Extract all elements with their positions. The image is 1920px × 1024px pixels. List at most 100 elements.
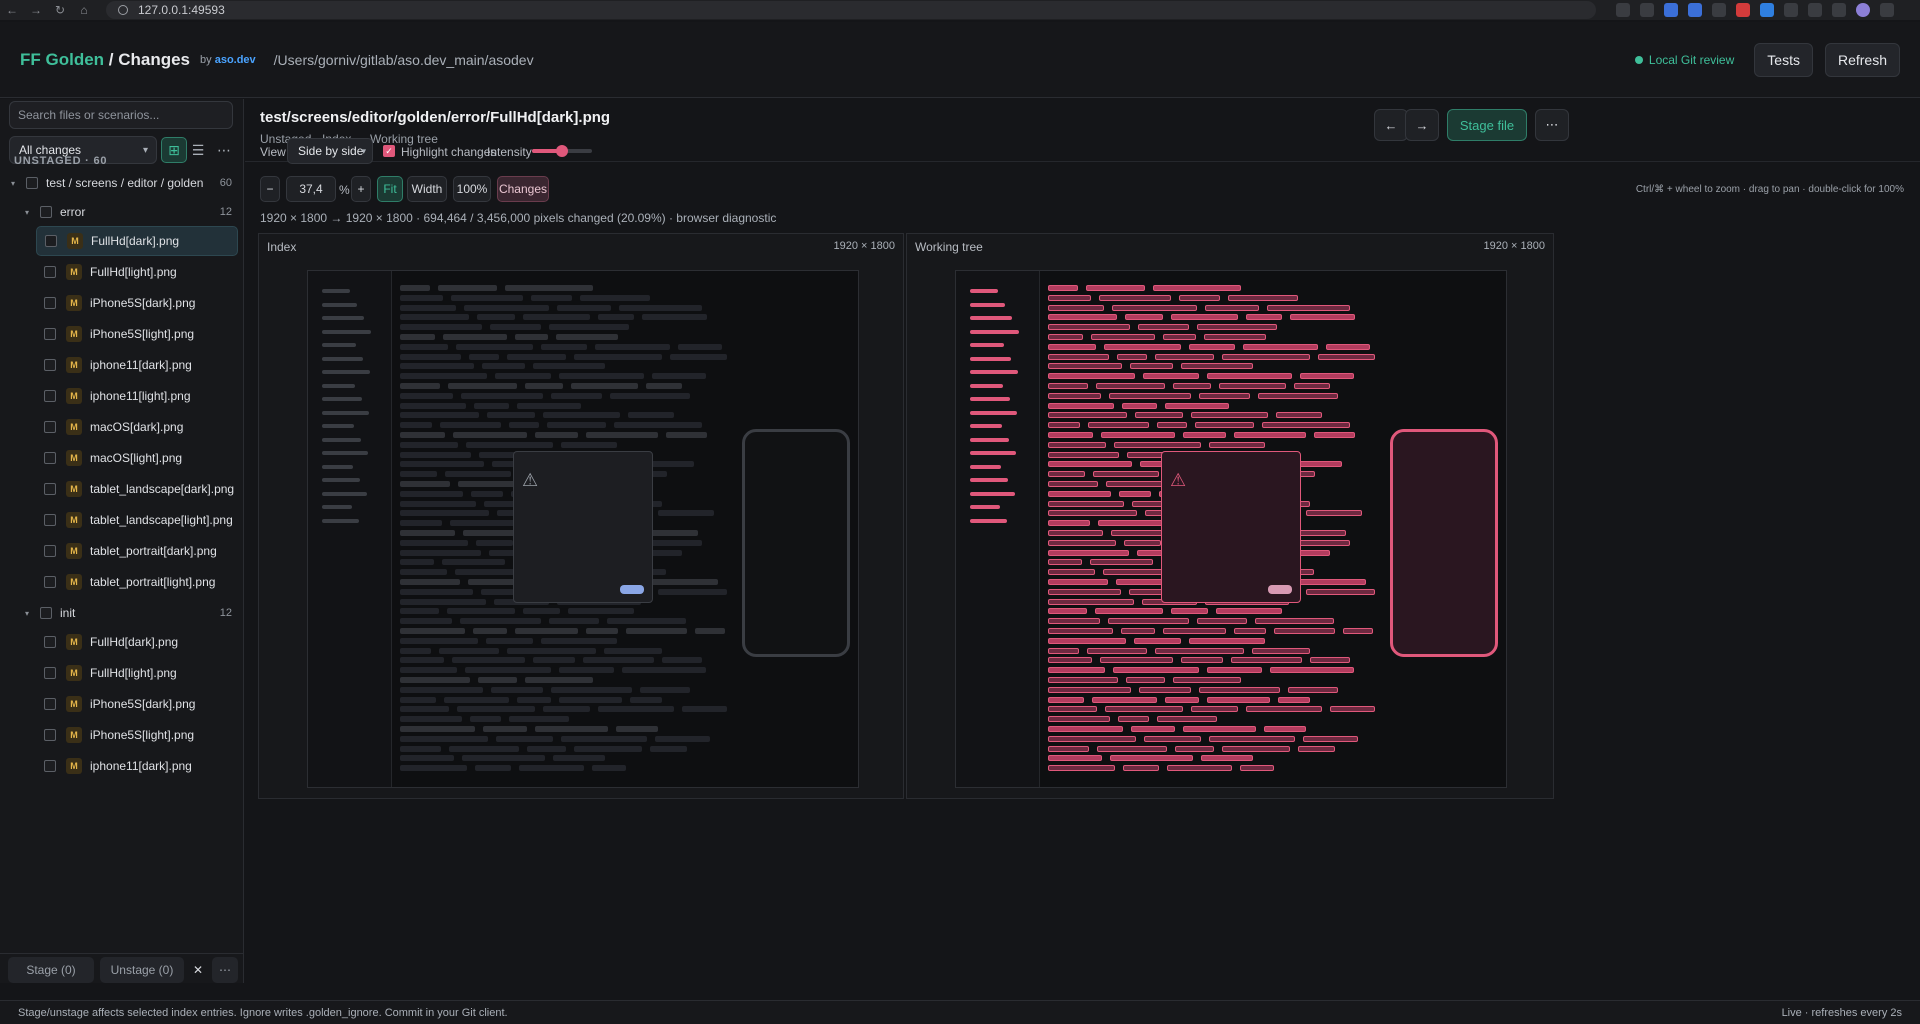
file-checkbox[interactable] <box>44 576 56 588</box>
file-checkbox[interactable] <box>44 328 56 340</box>
file-checkbox[interactable] <box>44 636 56 648</box>
thumbnail-content-block <box>556 334 618 340</box>
file-item[interactable]: MiPhone5S[dark].png <box>36 689 238 719</box>
home-icon[interactable]: ⌂ <box>72 3 96 17</box>
highlight-changes-checkbox[interactable]: ✓ <box>383 145 395 157</box>
reload-icon[interactable]: ↻ <box>48 3 72 17</box>
file-checkbox[interactable] <box>44 514 56 526</box>
clear-selection-button[interactable]: ✕ <box>188 957 208 983</box>
record-icon[interactable] <box>1736 3 1750 17</box>
file-item[interactable]: MiPhone5S[light].png <box>36 720 238 750</box>
index-pane[interactable]: Index 1920 × 1800 ⚠ <box>258 233 904 799</box>
folder-checkbox[interactable] <box>40 206 52 218</box>
bookmark-star-icon[interactable] <box>1640 3 1654 17</box>
triangle-icon[interactable] <box>1760 3 1774 17</box>
zoom-input[interactable]: 37,4 <box>286 176 336 202</box>
zoom-icon[interactable] <box>1616 3 1630 17</box>
chevron-down-icon[interactable]: ▾ <box>8 179 18 188</box>
view-mode-select[interactable]: Side by side ▾ <box>287 138 373 164</box>
chevron-down-icon[interactable]: ▾ <box>22 208 32 217</box>
tree-folder[interactable]: ▾ error 12 <box>0 197 243 227</box>
previous-file-button[interactable]: ← <box>1374 109 1408 141</box>
file-checkbox[interactable] <box>44 297 56 309</box>
fit-width-button[interactable]: Width <box>407 176 447 202</box>
folder-checkbox[interactable] <box>40 607 52 619</box>
file-item[interactable]: M FullHd[light].png <box>36 658 238 688</box>
thumbnail-content-block <box>1173 383 1211 389</box>
file-checkbox[interactable] <box>44 390 56 402</box>
back-icon[interactable]: ← <box>0 3 24 17</box>
file-item[interactable]: Miphone11[dark].png <box>36 350 238 380</box>
aso-dev-link[interactable]: aso.dev <box>215 54 256 66</box>
menu-icon[interactable] <box>1880 3 1894 17</box>
actual-size-button[interactable]: 100% <box>453 176 491 202</box>
translate-icon[interactable] <box>1688 3 1702 17</box>
chevron-down-icon[interactable]: ▾ <box>22 609 32 618</box>
file-item[interactable]: M FullHd[dark].png <box>36 226 238 256</box>
tree-folder[interactable]: ▾ test / screens / editor / golden 60 <box>0 168 243 198</box>
file-item[interactable]: M FullHd[dark].png <box>36 627 238 657</box>
intensity-slider[interactable] <box>532 145 592 157</box>
thumbnail-nav-item <box>970 410 1017 415</box>
file-item[interactable]: MiPhone5S[dark].png <box>36 288 238 318</box>
avatar[interactable] <box>1856 3 1870 17</box>
file-item[interactable]: Mtablet_portrait[light].png <box>36 567 238 597</box>
refresh-button[interactable]: Refresh <box>1824 42 1900 77</box>
file-checkbox[interactable] <box>44 698 56 710</box>
file-checkbox[interactable] <box>44 545 56 557</box>
gear-icon[interactable] <box>1784 3 1798 17</box>
file-checkbox[interactable] <box>44 760 56 772</box>
file-checkbox[interactable] <box>44 266 56 278</box>
unstage-button[interactable]: Unstage (0) <box>100 957 184 983</box>
file-item[interactable]: MiPhone5S[light].png <box>36 319 238 349</box>
slider-handle[interactable] <box>556 145 568 157</box>
zoom-in-button[interactable]: + <box>351 176 371 202</box>
tests-button[interactable]: Tests <box>1754 42 1813 77</box>
file-checkbox[interactable] <box>44 667 56 679</box>
chevron-down-icon: ▾ <box>361 145 366 156</box>
file-item[interactable]: MmacOS[light].png <box>36 443 238 473</box>
thumbnail-error-dialog: ⚠ <box>513 451 653 603</box>
file-item[interactable]: MmacOS[dark].png <box>36 412 238 442</box>
zoom-out-button[interactable]: − <box>260 176 280 202</box>
file-item[interactable]: Miphone11[dark].png <box>36 751 238 781</box>
file-checkbox[interactable] <box>45 235 57 247</box>
tree-view-button[interactable]: ⊞ <box>161 137 187 163</box>
file-checkbox[interactable] <box>44 483 56 495</box>
file-item[interactable]: Miphone11[light].png <box>36 381 238 411</box>
more-actions-button[interactable]: ⋯ <box>1535 109 1569 141</box>
tree-folder[interactable]: ▾ init 12 <box>0 598 243 628</box>
file-checkbox[interactable] <box>44 359 56 371</box>
file-item[interactable]: M FullHd[light].png <box>36 257 238 287</box>
stage-button[interactable]: Stage (0) <box>8 957 94 983</box>
search-input[interactable]: Search files or scenarios... <box>9 101 233 129</box>
footer-more-button[interactable]: ⋯ <box>212 957 238 983</box>
folder-checkbox[interactable] <box>26 177 38 189</box>
forward-icon[interactable]: → <box>24 3 48 17</box>
file-item[interactable]: Mtablet_portrait[dark].png <box>36 536 238 566</box>
site-info-icon[interactable] <box>118 5 128 15</box>
file-checkbox[interactable] <box>44 421 56 433</box>
sidebar-footer: Stage (0) Unstage (0) ✕ ⋯ <box>0 953 243 983</box>
changes-toggle-button[interactable]: Changes <box>497 176 549 202</box>
fit-button[interactable]: Fit <box>377 176 403 202</box>
list-view-button[interactable]: ☰ <box>185 137 211 163</box>
working-tree-image[interactable]: ⚠ <box>955 270 1507 788</box>
file-checkbox[interactable] <box>44 452 56 464</box>
thumbnail-content-block <box>561 735 647 742</box>
download-icon[interactable] <box>1832 3 1846 17</box>
lightning-icon[interactable] <box>1712 3 1726 17</box>
file-checkbox[interactable] <box>44 729 56 741</box>
stage-file-button[interactable]: Stage file <box>1447 109 1527 141</box>
thumbnail-content-block <box>1048 285 1078 291</box>
file-item[interactable]: Mtablet_landscape[light].png <box>36 505 238 535</box>
extension-icon[interactable] <box>1664 3 1678 17</box>
address-bar[interactable]: 127.0.0.1:49593 <box>106 1 1596 19</box>
file-item[interactable]: Mtablet_landscape[dark].png <box>36 474 238 504</box>
sidebar-more-button[interactable]: ⋯ <box>211 137 237 163</box>
next-file-button[interactable]: → <box>1405 109 1439 141</box>
working-tree-pane[interactable]: Working tree 1920 × 1800 ⚠ <box>906 233 1554 799</box>
thumbnail-content-block <box>400 716 462 723</box>
index-image[interactable]: ⚠ <box>307 270 859 788</box>
puzzle-icon[interactable] <box>1808 3 1822 17</box>
